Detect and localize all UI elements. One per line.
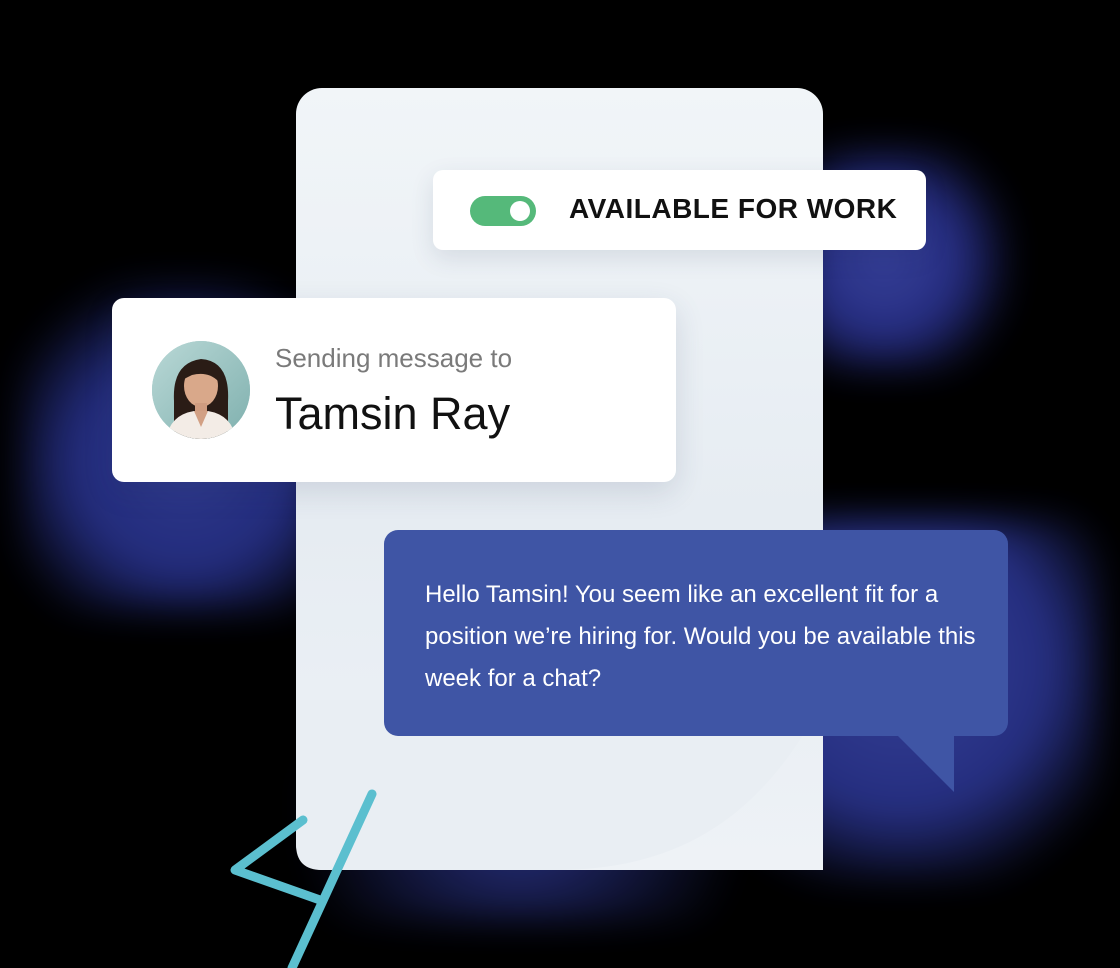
- recipient-card: Sending message to Tamsin Ray: [112, 298, 676, 482]
- bubble-tail: [896, 734, 954, 792]
- code-bracket-icon: [230, 789, 377, 968]
- message-text: Hello Tamsin! You seem like an excellent…: [425, 581, 976, 692]
- availability-label: AVAILABLE FOR WORK: [569, 193, 898, 224]
- hero-illustration: AVAILABLE FOR WORK Sending message to Ta…: [0, 0, 1120, 968]
- recipient-name: Tamsin Ray: [275, 388, 511, 439]
- availability-toggle[interactable]: [470, 196, 536, 226]
- sending-label: Sending message to: [275, 343, 513, 373]
- person-avatar-icon: [152, 341, 250, 439]
- message-bubble: Hello Tamsin! You seem like an excellent…: [384, 530, 1008, 736]
- toggle-knob: [510, 201, 530, 221]
- availability-card: AVAILABLE FOR WORK: [433, 170, 926, 250]
- avatar: [152, 341, 250, 439]
